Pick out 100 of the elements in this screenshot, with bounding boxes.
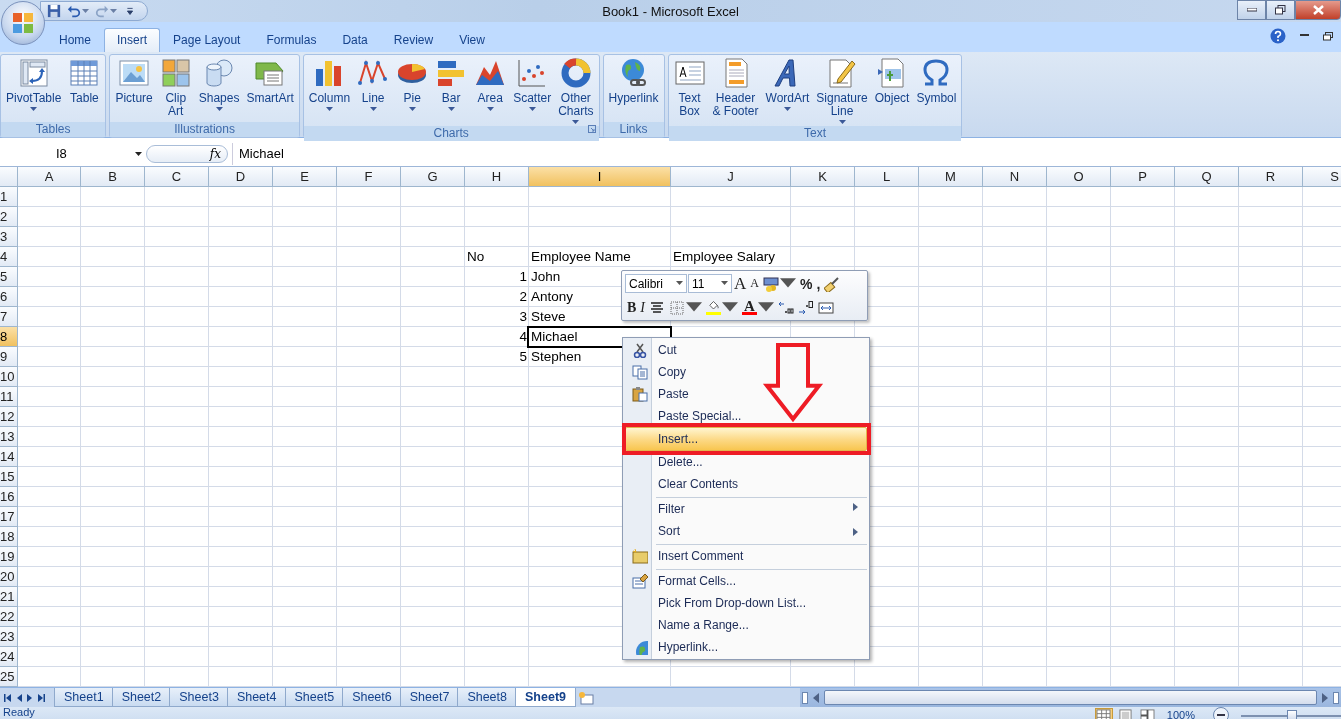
row-header[interactable]: 17 bbox=[0, 507, 18, 527]
row-header[interactable]: 24 bbox=[0, 647, 18, 667]
view-button[interactable] bbox=[1094, 708, 1113, 719]
ribbon-command[interactable]: Header & Footer bbox=[709, 55, 762, 126]
ribbon-command[interactable]: Text Box bbox=[670, 55, 709, 126]
ribbon-command[interactable]: Clip Art bbox=[156, 55, 195, 122]
letter-header[interactable]: E bbox=[273, 167, 337, 187]
ribbon-command[interactable]: Area bbox=[471, 55, 510, 126]
letter-header[interactable]: S bbox=[1303, 167, 1341, 187]
menu-item[interactable]: Pick From Drop-down List... bbox=[625, 592, 867, 614]
splitter-handle[interactable] bbox=[802, 691, 808, 704]
letter-header[interactable]: A bbox=[18, 167, 81, 187]
row-header[interactable]: 25 bbox=[0, 667, 18, 687]
ribbon-command[interactable]: Column bbox=[305, 55, 354, 126]
zoom-slider[interactable] bbox=[1241, 709, 1341, 719]
scroll-left-icon[interactable] bbox=[812, 692, 820, 703]
letter-header[interactable]: D bbox=[209, 167, 273, 187]
sheet-tab[interactable]: Sheet6 bbox=[342, 688, 402, 707]
formula-field[interactable]: Michael bbox=[232, 142, 1341, 165]
sheet-tab[interactable]: Sheet2 bbox=[111, 688, 172, 707]
row-header[interactable]: 4 bbox=[0, 247, 18, 267]
toolbar-button[interactable]: % bbox=[797, 274, 815, 293]
menu-item[interactable]: Paste Special... bbox=[625, 405, 867, 427]
ribbon-tab[interactable]: Page Layout bbox=[160, 28, 254, 52]
sheet-tab[interactable]: Sheet3 bbox=[169, 688, 229, 707]
ribbon-tab[interactable]: Review bbox=[380, 28, 447, 52]
letter-header[interactable]: G bbox=[401, 167, 465, 187]
splitter-handle[interactable] bbox=[1333, 691, 1339, 704]
letter-header[interactable]: L bbox=[855, 167, 919, 187]
letter-header[interactable]: B bbox=[81, 167, 145, 187]
letter-header[interactable]: N bbox=[983, 167, 1047, 187]
ribbon-command[interactable]: WordArt bbox=[762, 55, 813, 126]
menu-item[interactable]: Name a Range... bbox=[625, 614, 867, 636]
function-button[interactable]: fx bbox=[146, 144, 228, 163]
sheet-tab[interactable]: Sheet5 bbox=[284, 688, 345, 707]
ribbon-command[interactable]: Scatter bbox=[510, 55, 555, 126]
toolbar-button[interactable] bbox=[704, 298, 740, 317]
letter-header[interactable]: Q bbox=[1175, 167, 1239, 187]
horizontal-scrollbar[interactable] bbox=[800, 688, 1341, 707]
sheet-tab[interactable]: Sheet4 bbox=[226, 688, 287, 707]
ribbon-command[interactable]: SmartArt bbox=[243, 55, 297, 122]
letter-header[interactable]: K bbox=[791, 167, 855, 187]
menu-item[interactable]: Hyperlink... bbox=[625, 636, 867, 658]
scroll-right-icon[interactable] bbox=[37, 693, 45, 702]
row-header[interactable]: 15 bbox=[0, 467, 18, 487]
toolbar-button[interactable]: I bbox=[638, 298, 647, 317]
letter-header[interactable]: R bbox=[1239, 167, 1303, 187]
menu-item[interactable]: Insert... bbox=[625, 427, 867, 451]
row-header[interactable]: 3 bbox=[0, 227, 18, 247]
ribbon-command[interactable]: Table bbox=[65, 55, 104, 122]
menu-item[interactable]: Clear Contents bbox=[625, 473, 867, 495]
sheet-tab[interactable]: Sheet9 bbox=[515, 688, 576, 707]
zoom-out-button[interactable] bbox=[1213, 707, 1229, 719]
letter-header[interactable]: P bbox=[1111, 167, 1175, 187]
dialog-launcher-icon[interactable] bbox=[587, 125, 596, 133]
toolbar-button[interactable] bbox=[796, 298, 816, 317]
toolbar-button[interactable] bbox=[667, 298, 704, 317]
row-header[interactable]: 21 bbox=[0, 587, 18, 607]
name-box[interactable]: I8 bbox=[0, 143, 146, 164]
scroll-left-icon[interactable] bbox=[15, 693, 23, 702]
row-header[interactable]: 16 bbox=[0, 487, 18, 507]
ribbon-tab[interactable]: Home bbox=[46, 28, 104, 52]
scroll-left-icon[interactable] bbox=[4, 693, 12, 702]
ribbon-command[interactable]: Shapes bbox=[195, 55, 243, 122]
letter-header[interactable]: M bbox=[919, 167, 983, 187]
help-icon[interactable] bbox=[1270, 28, 1286, 44]
sheet-tab[interactable]: Sheet7 bbox=[399, 688, 460, 707]
restore-icon[interactable] bbox=[1323, 31, 1333, 41]
ribbon-command[interactable]: Hyperlink bbox=[605, 55, 662, 122]
ribbon-command[interactable]: Pie bbox=[393, 55, 432, 126]
ribbon-command[interactable]: Other Charts bbox=[555, 55, 597, 126]
ribbon-command[interactable]: Bar bbox=[432, 55, 471, 126]
row-header[interactable]: 1 bbox=[0, 187, 18, 207]
letter-header[interactable]: O bbox=[1047, 167, 1111, 187]
row-header[interactable]: 2 bbox=[0, 207, 18, 227]
toolbar-button[interactable] bbox=[760, 274, 798, 293]
row-header[interactable]: 5 bbox=[0, 267, 18, 287]
font-name-field[interactable]: Calibri bbox=[625, 274, 687, 293]
row-header[interactable]: 11 bbox=[0, 387, 18, 407]
ribbon-command[interactable]: Line bbox=[354, 55, 393, 126]
ribbon-command[interactable]: Symbol bbox=[913, 55, 960, 126]
row-header[interactable]: 9 bbox=[0, 347, 18, 367]
row-header[interactable]: 7 bbox=[0, 307, 18, 327]
row-header[interactable]: 6 bbox=[0, 287, 18, 307]
sheet-tab[interactable]: Sheet8 bbox=[457, 688, 517, 707]
menu-item[interactable]: Cut bbox=[625, 339, 867, 361]
row-header[interactable]: 22 bbox=[0, 607, 18, 627]
ribbon-command[interactable]: Object bbox=[871, 55, 913, 126]
ribbon-command[interactable]: PivotTable bbox=[3, 55, 65, 122]
toolbar-button[interactable]: , bbox=[814, 274, 823, 293]
toolbar-button[interactable]: A bbox=[740, 298, 776, 317]
row-header[interactable]: 13 bbox=[0, 427, 18, 447]
toolbar-button[interactable]: A bbox=[748, 274, 761, 293]
minimize-icon[interactable] bbox=[1300, 34, 1309, 38]
letter-header[interactable]: I bbox=[529, 167, 671, 187]
letter-header[interactable]: F bbox=[337, 167, 401, 187]
save-button[interactable] bbox=[45, 3, 63, 19]
menu-item[interactable]: Delete... bbox=[625, 451, 867, 473]
letter-header[interactable]: J bbox=[671, 167, 791, 187]
row-header[interactable]: 10 bbox=[0, 367, 18, 387]
